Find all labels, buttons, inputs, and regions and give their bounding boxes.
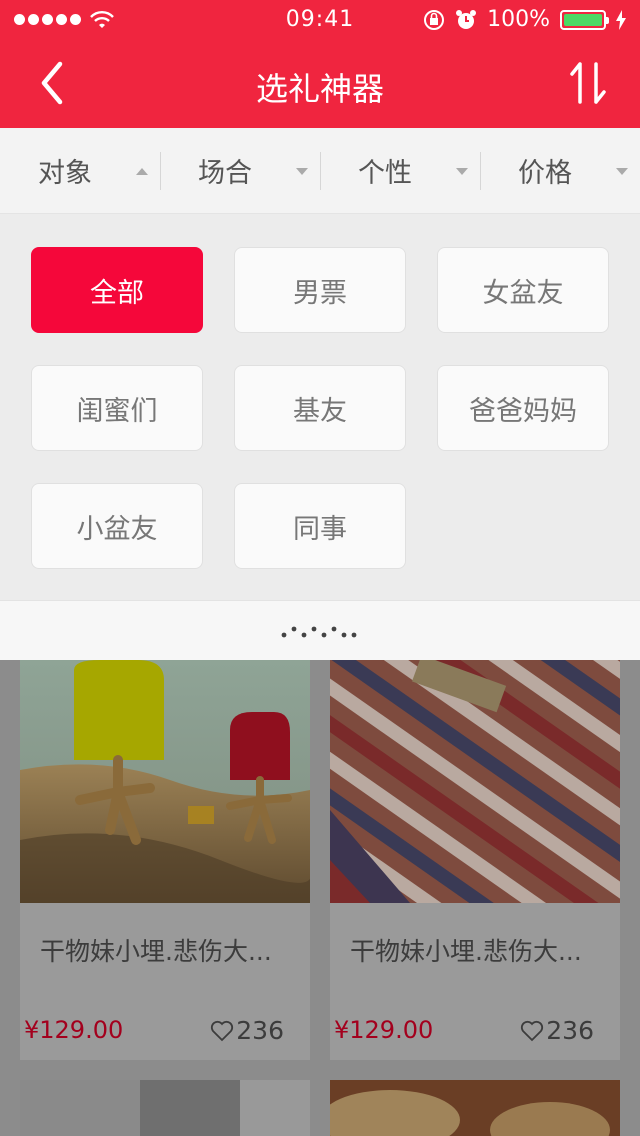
heart-icon — [521, 1020, 544, 1041]
product-card[interactable] — [20, 1080, 310, 1136]
product-title: 干物妹小埋.悲伤大... — [40, 937, 272, 966]
panel-handle[interactable] — [0, 600, 640, 660]
product-price: ¥129.00 — [24, 1016, 124, 1044]
option-kids[interactable]: 小盆友 — [31, 483, 203, 569]
product-card[interactable]: 干物妹小埋.悲伤大... ¥129.00 236 — [330, 660, 620, 1060]
product-price: ¥129.00 — [334, 1016, 434, 1044]
alarm-icon — [456, 9, 477, 29]
header: 09:41 100% 选礼神器 — [0, 0, 640, 128]
charging-icon — [616, 9, 626, 30]
option-all[interactable]: 全部 — [31, 247, 203, 333]
drag-handle-icon — [281, 626, 357, 638]
option-boyfriend[interactable]: 男票 — [234, 247, 406, 333]
caret-down-icon — [296, 168, 308, 175]
product-card[interactable] — [320, 1080, 620, 1136]
filter-tab-label: 价格 — [518, 158, 572, 189]
page-title: 选礼神器 — [255, 70, 384, 108]
filter-tab-price[interactable]: 价格 — [480, 128, 640, 213]
filter-tab-target[interactable]: 对象 — [0, 128, 160, 213]
filter-tab-personality[interactable]: 个性 — [320, 128, 480, 213]
sort-icon[interactable] — [566, 58, 610, 108]
product-likes[interactable]: 236 — [520, 1016, 594, 1045]
product-image — [20, 1080, 310, 1136]
heart-icon — [211, 1020, 234, 1041]
product-image — [330, 660, 620, 903]
likes-count: 236 — [546, 1016, 594, 1045]
battery-icon — [560, 9, 609, 30]
product-image — [320, 1080, 620, 1136]
caret-down-icon — [456, 168, 468, 175]
filter-tab-label: 对象 — [38, 158, 92, 189]
caret-down-icon — [616, 168, 628, 175]
filter-tab-occasion[interactable]: 场合 — [160, 128, 320, 213]
status-icons: 100% — [423, 7, 626, 32]
option-bros[interactable]: 基友 — [234, 365, 406, 451]
filter-tab-label: 个性 — [358, 158, 412, 189]
battery-percent: 100% — [487, 7, 550, 32]
option-colleagues[interactable]: 同事 — [234, 483, 406, 569]
filter-bar: 对象 场合 个性 价格 — [0, 128, 640, 214]
option-parents[interactable]: 爸爸妈妈 — [437, 365, 609, 451]
status-bar: 09:41 100% — [0, 0, 640, 40]
caret-up-icon — [136, 168, 148, 175]
option-girlfriend[interactable]: 女盆友 — [437, 247, 609, 333]
product-title: 干物妹小埋.悲伤大... — [350, 937, 582, 966]
product-grid: 干物妹小埋.悲伤大... ¥129.00 236 干物妹小埋.悲伤大... ¥1… — [0, 660, 640, 1136]
product-card[interactable]: 干物妹小埋.悲伤大... ¥129.00 236 — [20, 660, 310, 1060]
product-likes[interactable]: 236 — [210, 1016, 284, 1045]
filter-tab-label: 场合 — [198, 158, 252, 189]
target-options-panel: 全部 男票 女盆友 闺蜜们 基友 爸爸妈妈 小盆友 同事 — [0, 214, 640, 600]
product-image — [20, 660, 310, 903]
likes-count: 236 — [236, 1016, 284, 1045]
lock-rotation-icon — [424, 9, 445, 30]
option-besties[interactable]: 闺蜜们 — [31, 365, 203, 451]
